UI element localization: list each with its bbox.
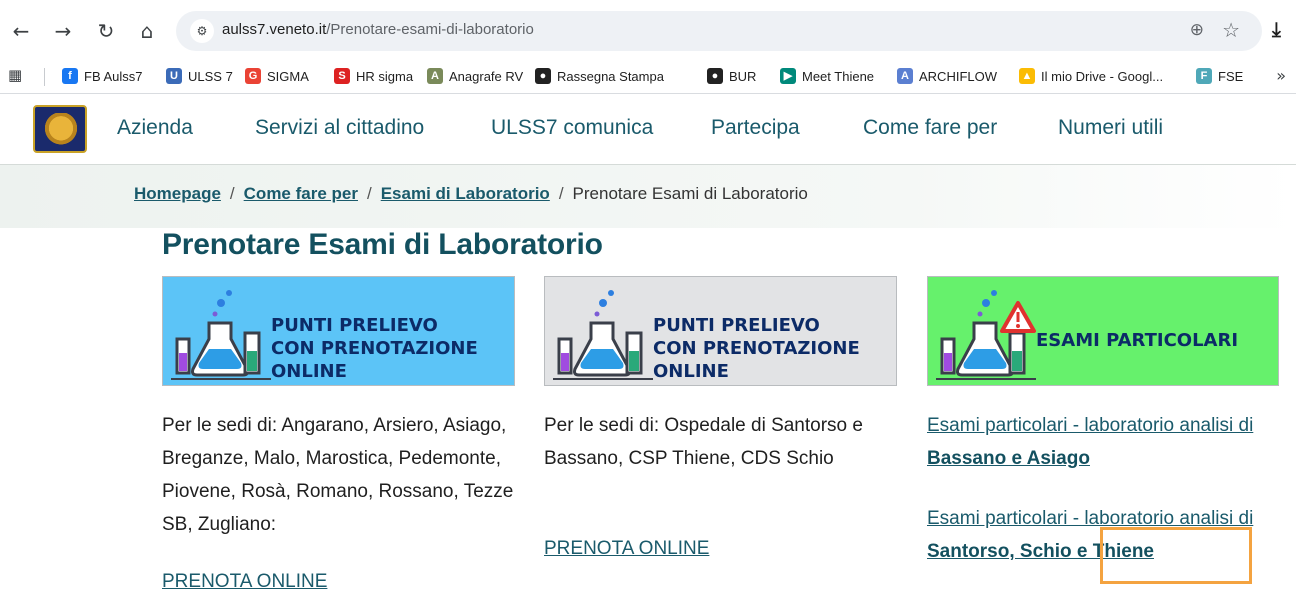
banner-line-1: PUNTI PRELIEVO	[653, 315, 820, 336]
banner-line-2: CON PRENOTAZIONE	[653, 338, 860, 359]
bookmark-7[interactable]: ● BUR	[707, 65, 756, 87]
esami-particolari-bassano-link[interactable]: Esami particolari - laboratorio analisi …	[927, 409, 1287, 475]
breadcrumb-separator: /	[558, 184, 564, 203]
bookmark-label: Anagrafe RV	[449, 68, 524, 84]
globe-icon: ●	[707, 68, 723, 84]
bookmark-label: ULSS 7	[188, 68, 233, 84]
page-title: Prenotare Esami di Laboratorio	[162, 228, 603, 261]
menu-item-azienda[interactable]: Azienda	[117, 116, 193, 140]
link-prefix: Esami particolari - laboratorio analisi …	[927, 508, 1254, 529]
menu-item-come-fare-per[interactable]: Come fare per	[863, 116, 997, 140]
home-icon[interactable]: ⌂	[134, 18, 160, 44]
bookmark-8[interactable]: ▶ Meet Thiene	[780, 65, 874, 87]
bookmark-label: FB Aulss7	[84, 68, 143, 84]
apps-grid-icon[interactable]: ▦	[8, 66, 22, 84]
bookmarks-bar: ▦ » f FB Aulss7 U ULSS 7 G SIGMA S HR sigma A Ana…	[0, 58, 1296, 94]
bookmark-label: HR sigma	[356, 68, 414, 84]
address-bar[interactable]: ⚙ aulss7.veneto.it/Prenotare-esami-di-la…	[176, 11, 1262, 51]
banner-punti-prelievo-2[interactable]: PUNTI PRELIEVO CON PRENOTAZIONE ONLINE	[544, 276, 897, 386]
menu-item-comunica[interactable]: ULSS7 comunica	[491, 116, 653, 140]
lab-flasks-icon	[171, 290, 271, 380]
banner-line-1: ESAMI PARTICOLARI	[1036, 330, 1239, 351]
bookmark-6[interactable]: ● Rassegna Stampa	[535, 65, 664, 87]
lab-flasks-icon	[553, 290, 653, 380]
fse-icon: F	[1196, 68, 1212, 84]
link-prefix: Esami particolari - laboratorio analisi …	[927, 415, 1254, 436]
google-icon: G	[245, 68, 261, 84]
facebook-icon: f	[62, 68, 78, 84]
meet-icon: ▶	[780, 68, 796, 84]
bookmark-4[interactable]: S HR sigma	[334, 65, 413, 87]
site-settings-icon[interactable]: ⚙	[190, 19, 214, 43]
bookmark-9[interactable]: A ARCHIFLOW	[897, 65, 997, 87]
bookmark-label: Rassegna Stampa	[557, 68, 664, 84]
url-text[interactable]: aulss7.veneto.it/Prenotare-esami-di-labo…	[222, 21, 534, 38]
banner-line-3: ONLINE	[653, 361, 729, 382]
drive-icon: ▲	[1019, 68, 1035, 84]
banner-line-3: ONLINE	[271, 361, 347, 382]
card-2-description: Per le sedi di: Ospedale di Santorso e B…	[544, 415, 863, 469]
browser-toolbar: ← → ↻ ⌂ ⚙ aulss7.veneto.it/Prenotare-esa…	[0, 0, 1296, 58]
zoom-icon[interactable]: ⊕	[1190, 20, 1204, 40]
bookmark-label: Il mio Drive - Googl...	[1041, 68, 1164, 84]
banner-line-2: CON PRENOTAZIONE	[271, 338, 478, 359]
banner-punti-prelievo-1[interactable]: PUNTI PRELIEVO CON PRENOTAZIONE ONLINE	[162, 276, 515, 386]
breadcrumb-separator: /	[229, 184, 235, 203]
back-arrow-icon[interactable]: ←	[8, 18, 34, 44]
banner-line-1: PUNTI PRELIEVO	[271, 315, 438, 336]
bookmark-2[interactable]: U ULSS 7	[166, 65, 233, 87]
menu-item-partecipa[interactable]: Partecipa	[711, 116, 800, 140]
banner-esami-particolari[interactable]: ESAMI PARTICOLARI	[927, 276, 1279, 386]
bookmark-star-icon[interactable]: ☆	[1222, 18, 1240, 42]
ulss-icon: U	[166, 68, 182, 84]
bookmark-11[interactable]: F FSE	[1196, 65, 1243, 87]
reload-icon[interactable]: ↻	[93, 18, 119, 44]
breadcrumb-come-fare-per[interactable]: Come fare per	[244, 184, 358, 203]
more-bookmarks-icon[interactable]: »	[1276, 66, 1286, 85]
breadcrumb-esami-laboratorio[interactable]: Esami di Laboratorio	[381, 184, 550, 203]
menu-item-numeri-utili[interactable]: Numeri utili	[1058, 116, 1163, 140]
s-icon: S	[334, 68, 350, 84]
forward-arrow-icon[interactable]: →	[50, 18, 76, 44]
breadcrumb: Homepage / Come fare per / Esami di Laborato…	[134, 184, 808, 204]
breadcrumb-separator: /	[366, 184, 372, 203]
bookmarks-divider	[44, 68, 45, 86]
lion-emblem-icon	[42, 113, 80, 147]
prenota-online-link-2[interactable]: PRENOTA ONLINE	[544, 538, 709, 560]
site-header: Azienda Servizi al cittadino ULSS7 comun…	[0, 94, 1296, 165]
bookmark-5[interactable]: A Anagrafe RV	[427, 65, 523, 87]
bookmark-3[interactable]: G SIGMA	[245, 65, 309, 87]
bookmark-label: ARCHIFLOW	[919, 68, 997, 84]
anagrafe-icon: A	[427, 68, 443, 84]
globe-icon: ●	[535, 68, 551, 84]
prenota-online-link-1[interactable]: PRENOTA ONLINE	[162, 571, 327, 593]
card-1-description: Per le sedi di: Angarano, Arsiero, Asiag…	[162, 415, 514, 535]
lab-flasks-warning-icon	[936, 290, 1036, 380]
download-icon[interactable]: ⤓	[1272, 17, 1281, 41]
archiflow-icon: A	[897, 68, 913, 84]
breadcrumb-homepage[interactable]: Homepage	[134, 184, 221, 203]
bookmark-10[interactable]: ▲ Il mio Drive - Googl...	[1019, 65, 1163, 87]
bookmark-label: SIGMA	[267, 68, 309, 84]
bookmark-label: Meet Thiene	[802, 68, 875, 84]
bookmark-label: BUR	[729, 68, 757, 84]
bookmark-label: FSE	[1218, 68, 1244, 84]
breadcrumb-current: Prenotare Esami di Laboratorio	[572, 184, 808, 203]
ulss7-logo[interactable]	[33, 105, 87, 153]
bookmark-1[interactable]: f FB Aulss7	[62, 65, 143, 87]
breadcrumb-bar: Homepage / Come fare per / Esami di Laborato…	[0, 165, 1296, 228]
menu-item-servizi[interactable]: Servizi al cittadino	[255, 116, 424, 140]
link-bold-text: Bassano e Asiago	[927, 448, 1090, 469]
highlight-box	[1100, 527, 1252, 584]
